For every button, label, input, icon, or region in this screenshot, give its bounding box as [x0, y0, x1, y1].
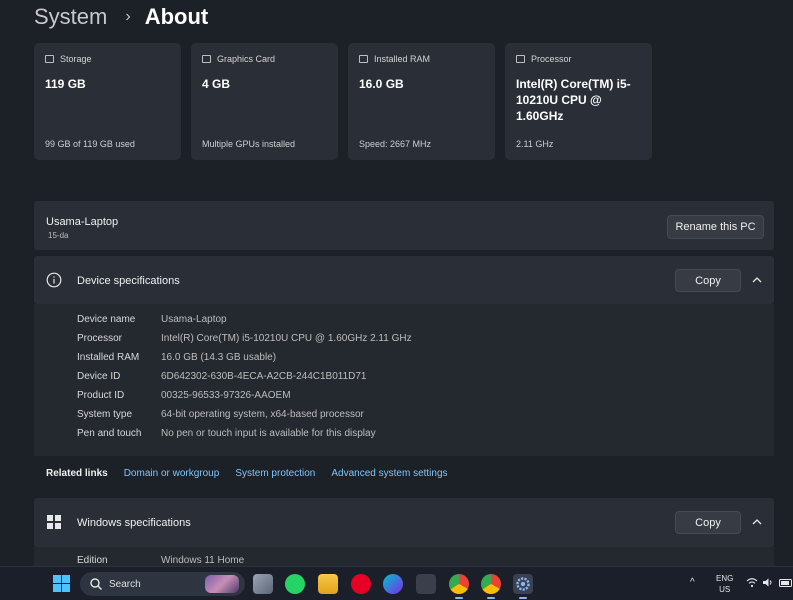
card-subtext: 99 GB of 119 GB used — [45, 139, 135, 149]
task-view-icon[interactable] — [253, 574, 273, 594]
pc-name-panel: Usama-Laptop 15-da Rename this PC — [34, 201, 774, 250]
taskbar: Search ^ ENG US — [0, 566, 793, 600]
summary-cards: Storage 119 GB 99 GB of 119 GB used Grap… — [34, 43, 652, 160]
windows-specifications-header[interactable]: Windows specifications Copy — [34, 498, 774, 547]
system-protection-link[interactable]: System protection — [235, 468, 315, 479]
battery-icon[interactable] — [779, 579, 793, 587]
graphics-card-card: Graphics Card 4 GB Multiple GPUs install… — [191, 43, 338, 160]
chrome-profile-icon[interactable] — [481, 574, 501, 599]
related-links: Related links Domain or workgroup System… — [34, 456, 774, 490]
language-indicator[interactable]: ENG US — [716, 573, 733, 595]
spec-row: Pen and touch No pen or touch input is a… — [77, 428, 376, 442]
windows-logo-icon — [47, 515, 61, 529]
file-explorer-icon[interactable] — [318, 574, 338, 594]
chrome-icon[interactable] — [449, 574, 469, 599]
rename-pc-button[interactable]: Rename this PC — [667, 215, 764, 239]
spec-value: 00325-96533-97326-AAOEM — [161, 390, 291, 401]
spec-label: Processor — [77, 333, 123, 344]
spec-label: Pen and touch — [77, 428, 142, 439]
chevron-up-icon[interactable] — [750, 273, 764, 287]
windows-specifications-list: Edition Windows 11 Home — [34, 547, 774, 567]
spec-value: 6D642302-630B-4ECA-A2CB-244C1B011D71 — [161, 371, 367, 382]
info-icon — [46, 272, 62, 288]
chevron-up-icon[interactable] — [750, 515, 764, 529]
spec-row: Processor Intel(R) Core(TM) i5-10210U CP… — [77, 333, 412, 347]
graphics-card-icon — [202, 55, 211, 63]
spec-value: Intel(R) Core(TM) i5-10210U CPU @ 1.60GH… — [161, 333, 412, 344]
domain-or-workgroup-link[interactable]: Domain or workgroup — [124, 468, 220, 479]
whatsapp-icon[interactable] — [285, 574, 305, 594]
spec-value: 16.0 GB (14.3 GB usable) — [161, 352, 277, 363]
processor-icon — [516, 55, 525, 63]
spec-row: Installed RAM 16.0 GB (14.3 GB usable) — [77, 352, 276, 366]
region-code: US — [719, 585, 731, 594]
spec-row: Product ID 00325-96533-97326-AAOEM — [77, 390, 291, 404]
card-subtext: 2.11 GHz — [516, 139, 554, 149]
pc-model: 15-da — [48, 231, 69, 240]
page-title: About — [144, 4, 209, 29]
taskbar-search[interactable]: Search — [80, 572, 245, 596]
spec-row: System type 64-bit operating system, x64… — [77, 409, 364, 423]
spec-row: Device name Usama-Laptop — [77, 314, 227, 328]
section-title: Device specifications — [77, 275, 180, 287]
storage-card: Storage 119 GB 99 GB of 119 GB used — [34, 43, 181, 160]
spec-value: Usama-Laptop — [161, 314, 227, 325]
card-value: 119 GB — [45, 77, 86, 91]
section-title: Windows specifications — [77, 517, 191, 529]
card-subtext: Multiple GPUs installed — [202, 139, 296, 149]
processor-card: Processor Intel(R) Core(TM) i5-10210U CP… — [505, 43, 652, 160]
card-title: Installed RAM — [374, 54, 431, 64]
breadcrumb-system[interactable]: System — [34, 4, 107, 30]
settings-icon[interactable] — [513, 574, 533, 599]
card-value: 4 GB — [202, 77, 231, 91]
device-specifications-list: Device name Usama-Laptop Processor Intel… — [34, 304, 774, 456]
spec-value: 64-bit operating system, x64-based proce… — [161, 409, 364, 420]
card-title: Processor — [531, 54, 572, 64]
wifi-icon[interactable] — [746, 577, 758, 588]
start-button[interactable] — [53, 575, 70, 592]
card-value: Intel(R) Core(TM) i5-10210U CPU @ 1.60GH… — [516, 77, 631, 123]
spec-label: System type — [77, 409, 133, 420]
advanced-system-settings-link[interactable]: Advanced system settings — [331, 468, 447, 479]
spec-value: No pen or touch input is available for t… — [161, 428, 376, 439]
pc-name: Usama-Laptop — [46, 216, 119, 228]
breadcrumb: System › About — [34, 2, 208, 32]
app-icon[interactable] — [416, 574, 436, 594]
search-icon — [90, 578, 102, 590]
copy-device-specs-button[interactable]: Copy — [675, 269, 741, 292]
spec-label: Device ID — [77, 371, 121, 382]
search-highlight-icon — [205, 575, 239, 593]
spec-label: Product ID — [77, 390, 125, 401]
search-label: Search — [109, 578, 141, 590]
canva-icon[interactable] — [383, 574, 403, 594]
storage-icon — [45, 55, 54, 63]
language-code: ENG — [716, 574, 734, 583]
card-title: Storage — [60, 54, 92, 64]
copy-windows-specs-button[interactable]: Copy — [675, 511, 741, 534]
volume-icon[interactable] — [762, 577, 774, 588]
installed-ram-card: Installed RAM 16.0 GB Speed: 2667 MHz — [348, 43, 495, 160]
spec-row: Device ID 6D642302-630B-4ECA-A2CB-244C1B… — [77, 371, 367, 385]
spec-label: Device name — [77, 314, 136, 325]
tray-overflow-icon[interactable]: ^ — [690, 577, 695, 588]
pinterest-icon[interactable] — [351, 574, 371, 594]
related-links-title: Related links — [46, 467, 108, 479]
card-subtext: Speed: 2667 MHz — [359, 139, 432, 149]
spec-label: Installed RAM — [77, 352, 140, 363]
card-title: Graphics Card — [217, 54, 276, 64]
ram-icon — [359, 55, 368, 63]
card-value: 16.0 GB — [359, 77, 404, 91]
device-specifications-header[interactable]: Device specifications Copy — [34, 256, 774, 304]
breadcrumb-separator: › — [125, 8, 131, 25]
